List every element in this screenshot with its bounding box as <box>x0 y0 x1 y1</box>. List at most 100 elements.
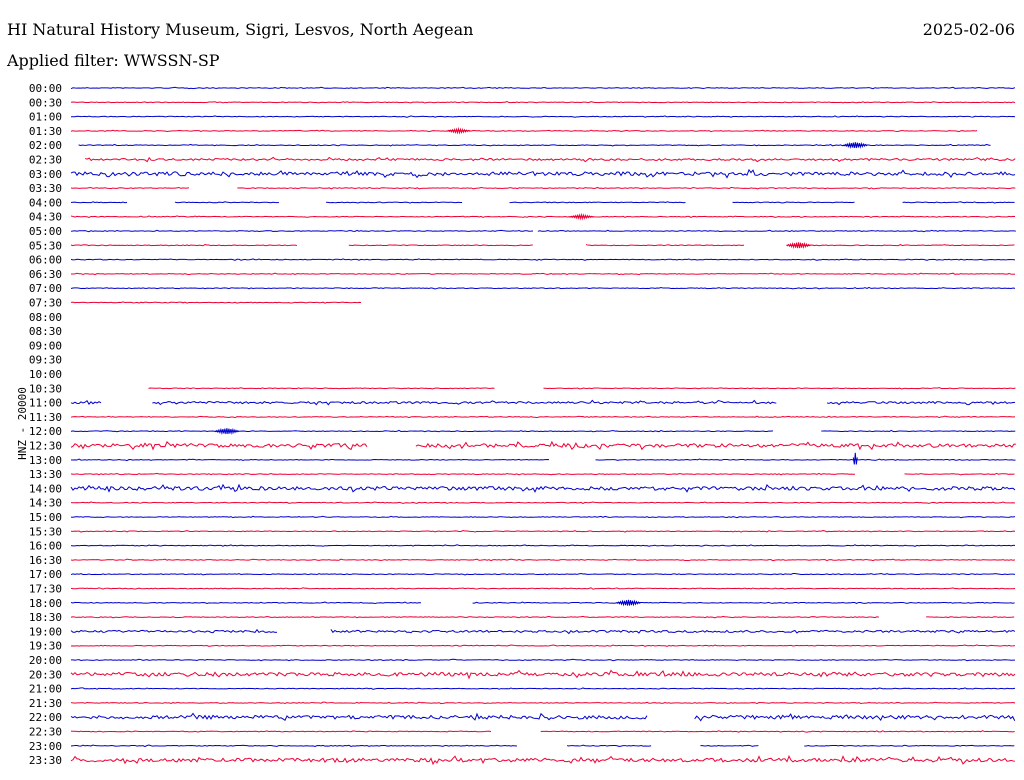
trace-segment <box>732 201 855 204</box>
time-tick-label: 09:00 <box>29 339 62 352</box>
trace-segment <box>70 601 422 605</box>
time-tick-label: 16:00 <box>29 540 62 553</box>
trace-segment <box>70 272 1016 276</box>
trace-segment <box>70 129 978 133</box>
time-tick-label: 17:30 <box>29 583 62 596</box>
time-tick-label: 01:30 <box>29 125 62 138</box>
trace-segment <box>826 401 1016 406</box>
time-tick-label: 00:00 <box>29 82 62 95</box>
time-tick-label: 07:30 <box>29 297 62 310</box>
trace-segment <box>700 744 759 747</box>
trace-segment <box>330 629 1016 635</box>
time-tick-label: 20:30 <box>29 668 62 681</box>
trace-segment <box>237 186 1016 190</box>
trace-segment <box>70 100 1016 104</box>
trace-segment <box>348 244 533 247</box>
time-tick-label: 16:30 <box>29 554 62 567</box>
trace-segment <box>70 587 1016 590</box>
time-tick-label: 15:30 <box>29 525 62 538</box>
seismic-event-mark <box>843 141 868 149</box>
trace-segment <box>70 458 550 462</box>
trace-segment <box>152 399 777 406</box>
time-tick-label: 04:30 <box>29 211 62 224</box>
time-tick-label: 14:00 <box>29 482 62 495</box>
trace-segment <box>70 400 102 405</box>
trace-segment <box>70 301 362 304</box>
time-tick-label: 20:00 <box>29 654 62 667</box>
trace-segment <box>70 86 1016 90</box>
trace-segment <box>70 286 1016 290</box>
trace-segment <box>70 115 1016 118</box>
time-tick-label: 19:30 <box>29 640 62 653</box>
trace-segment <box>821 429 1016 433</box>
trace-segment <box>70 572 1016 576</box>
time-tick-label: 11:30 <box>29 411 62 424</box>
trace-segment <box>543 387 1016 390</box>
seismic-event-mark <box>852 452 858 465</box>
trace-segment <box>70 483 1016 493</box>
time-tick-label: 04:00 <box>29 196 62 209</box>
time-tick-label: 14:30 <box>29 497 62 510</box>
trace-segment <box>537 229 1016 233</box>
trace-segment <box>70 615 880 619</box>
seismic-event-mark <box>569 212 594 221</box>
time-tick-label: 01:00 <box>29 111 62 124</box>
trace-segment <box>70 440 368 451</box>
time-tick-label: 00:30 <box>29 96 62 109</box>
time-tick-label: 11:00 <box>29 397 62 410</box>
time-tick-label: 06:00 <box>29 254 62 267</box>
trace-segment <box>70 515 1016 519</box>
time-tick-label: 18:30 <box>29 611 62 624</box>
seismic-event-mark <box>446 126 471 135</box>
time-tick-label: 06:30 <box>29 268 62 281</box>
trace-segment <box>70 472 856 476</box>
time-tick-label: 08:30 <box>29 325 62 338</box>
trace-segment <box>70 712 648 721</box>
trace-segment <box>70 186 190 190</box>
trace-segment <box>904 472 1015 476</box>
trace-segment <box>148 387 495 390</box>
time-tick-label: 19:00 <box>29 625 62 638</box>
time-tick-label: 02:30 <box>29 154 62 167</box>
trace-segment <box>70 628 278 634</box>
trace-segment <box>509 201 686 204</box>
trace-segment <box>70 730 492 733</box>
time-tick-label: 02:00 <box>29 139 62 152</box>
time-tick-label: 13:30 <box>29 468 62 481</box>
trace-segment <box>70 530 1016 533</box>
trace-segment <box>902 201 1015 204</box>
seismic-event-mark <box>214 427 240 435</box>
seismic-event-mark <box>786 241 811 250</box>
trace-segment <box>804 744 1015 747</box>
seismic-event-mark <box>616 599 641 607</box>
trace-segment <box>926 616 1015 619</box>
time-tick-label: 08:00 <box>29 311 62 324</box>
time-tick-label: 05:30 <box>29 239 62 252</box>
trace-segment <box>326 201 463 204</box>
trace-segment <box>70 544 1016 547</box>
trace-segment <box>70 701 1016 705</box>
time-tick-label: 21:00 <box>29 683 62 696</box>
trace-segment <box>85 156 1016 163</box>
trace-segment <box>567 744 652 747</box>
time-tick-label: 21:30 <box>29 697 62 710</box>
trace-segment <box>70 429 774 433</box>
time-tick-label: 23:30 <box>29 754 62 767</box>
time-tick-label: 15:00 <box>29 511 62 524</box>
trace-segment <box>70 244 298 247</box>
trace-segment <box>70 501 1016 504</box>
time-tick-label: 03:00 <box>29 168 62 181</box>
trace-segment <box>70 229 534 233</box>
trace-segment <box>70 258 1016 261</box>
trace-segment <box>70 744 518 748</box>
trace-segment <box>70 644 1016 647</box>
time-tick-label: 12:00 <box>29 425 62 438</box>
helicorder-plot: 00:0000:30 01:0001:3002:00 02:3003:0003:30… <box>29 82 1016 767</box>
trace-segment <box>786 243 1015 247</box>
time-tick-label: 10:30 <box>29 382 62 395</box>
time-tick-label: 17:00 <box>29 568 62 581</box>
time-tick-label: 12:30 <box>29 440 62 453</box>
trace-segment <box>585 244 745 247</box>
trace-segment <box>472 601 1015 605</box>
trace-segment <box>70 658 1016 662</box>
